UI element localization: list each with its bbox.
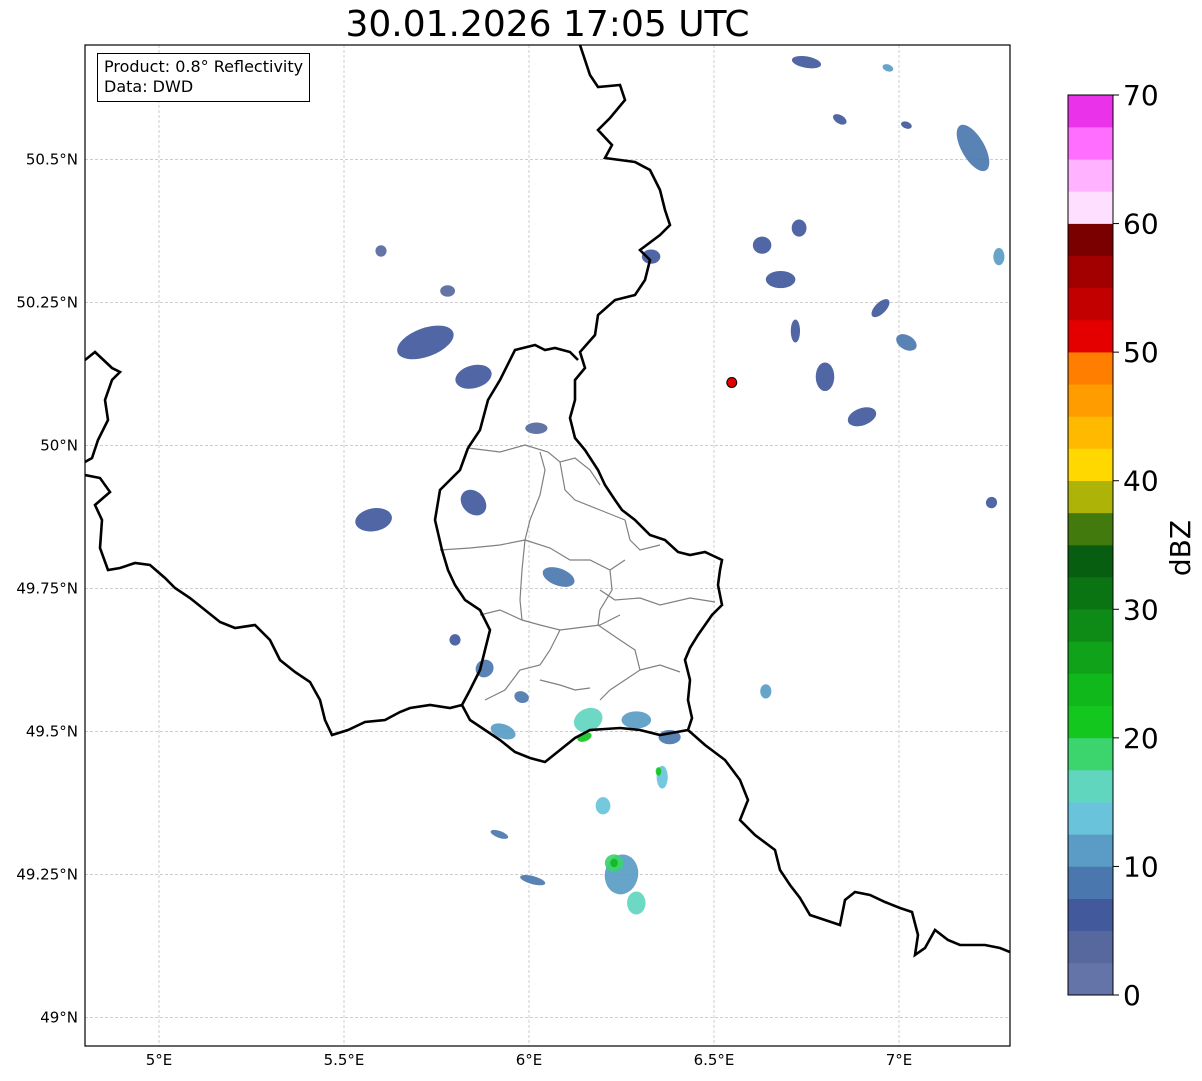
- product-text: Product: 0.8° Reflectivity: [104, 57, 304, 76]
- lat-tick-label: 50.25°N: [16, 293, 78, 311]
- colorbar-bin: [1068, 705, 1113, 739]
- echo-cell: [655, 767, 662, 776]
- colorbar-bin: [1068, 384, 1113, 417]
- colorbar-bin: [1068, 480, 1113, 514]
- lon-tick-label: 7°E: [886, 1051, 913, 1069]
- colorbar-tick-label: 30: [1123, 593, 1159, 626]
- colorbar-tick-label: 40: [1123, 465, 1159, 498]
- colorbar-bin: [1068, 577, 1113, 610]
- echo-cell: [790, 319, 801, 343]
- colorbar-ticks: 0 10 20 30 40 50 60 70: [1113, 79, 1159, 1012]
- colorbar-bin: [1068, 802, 1113, 835]
- colorbar-tick-label: 60: [1123, 208, 1159, 241]
- lon-tick-label: 6°E: [516, 1051, 543, 1069]
- colorbar-tick-label: 0: [1123, 979, 1141, 1012]
- lat-tick-label: 49.25°N: [16, 865, 78, 883]
- colorbar-tick-label: 70: [1123, 79, 1159, 112]
- lon-tick-label: 5°E: [146, 1051, 173, 1069]
- colorbar-bin: [1068, 223, 1113, 257]
- echo-cell: [641, 249, 661, 264]
- colorbar-bin: [1068, 609, 1113, 642]
- colorbar-bin: [1068, 127, 1113, 160]
- colorbar-bin: [1068, 834, 1113, 867]
- source-text: Data: DWD: [104, 77, 194, 96]
- colorbar-tick-label: 20: [1123, 722, 1159, 755]
- echo-cell: [595, 797, 611, 815]
- colorbar-bin: [1068, 320, 1113, 353]
- colorbar-bin: [1068, 737, 1113, 771]
- echo-cell: [752, 236, 772, 254]
- colorbar-bin: [1068, 545, 1113, 578]
- colorbar-bin: [1068, 866, 1113, 899]
- colorbar-bin: [1068, 416, 1113, 449]
- lat-tick-label: 50°N: [40, 436, 78, 454]
- lon-tick-label: 6.5°E: [694, 1051, 735, 1069]
- echo-cell: [449, 634, 461, 646]
- info-box: Product: 0.8° Reflectivity Data: DWD: [97, 53, 311, 102]
- colorbar-bin: [1068, 770, 1113, 803]
- colorbar-tick-label: 50: [1123, 336, 1159, 369]
- echo-cell: [375, 245, 387, 257]
- lat-tick-label: 49.5°N: [26, 722, 78, 740]
- colorbar-bins: [1068, 95, 1113, 996]
- echo-cell: [765, 270, 796, 289]
- echo-cell: [440, 285, 455, 297]
- lat-tick-label: 50.5°N: [26, 150, 78, 168]
- colorbar-bin: [1068, 159, 1113, 192]
- echo-cell: [627, 891, 646, 915]
- colorbar-bin: [1068, 962, 1113, 996]
- colorbar: 0 10 20 30 40 50 60 70 dBZ: [1067, 79, 1197, 1012]
- colorbar-bin: [1068, 191, 1113, 224]
- colorbar-bin: [1068, 512, 1113, 546]
- radar-site-marker: [726, 376, 738, 388]
- lon-tick-label: 5.5°E: [324, 1051, 365, 1069]
- colorbar-bin: [1068, 352, 1113, 385]
- colorbar-bin: [1068, 641, 1113, 674]
- echo-cell: [525, 422, 548, 434]
- colorbar-bin: [1068, 673, 1113, 707]
- radar-map: 5°E 5.5°E 6°E 6.5°E 7°E 49°N 49.25°N 49.5°N 49.7…: [16, 44, 1197, 1069]
- colorbar-bin: [1068, 95, 1113, 128]
- lat-tick-label: 49.75°N: [16, 579, 78, 597]
- colorbar-bin: [1068, 448, 1113, 482]
- colorbar-bin: [1068, 255, 1113, 289]
- echo-cell: [621, 711, 652, 729]
- colorbar-bin: [1068, 930, 1113, 964]
- colorbar-bin: [1068, 287, 1113, 321]
- lat-tick-label: 49°N: [40, 1008, 78, 1026]
- colorbar-bin: [1068, 898, 1113, 932]
- echo-cell: [791, 219, 807, 237]
- colorbar-label: dBZ: [1164, 520, 1197, 576]
- colorbar-tick-label: 10: [1123, 850, 1159, 883]
- echo-cell: [760, 684, 772, 699]
- echo-cell: [610, 858, 618, 868]
- radar-site-dot: [726, 376, 738, 388]
- echo-cell: [993, 248, 1005, 266]
- echo-cell: [815, 362, 835, 392]
